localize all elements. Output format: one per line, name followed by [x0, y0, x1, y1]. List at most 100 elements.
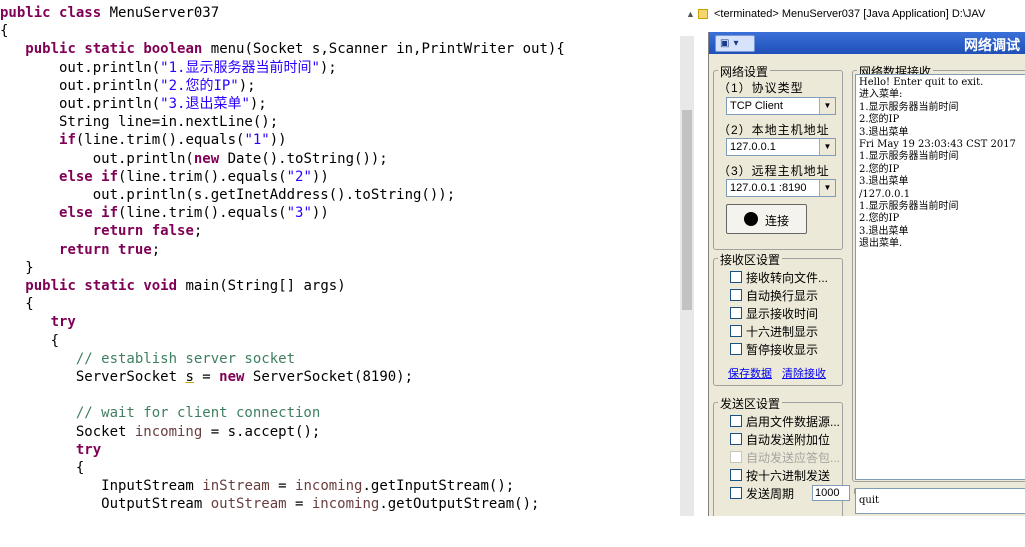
received-line: 2.您的IP	[859, 163, 900, 175]
code-token: out.println(	[0, 77, 161, 94]
code-editor[interactable]: public class MenuServer037{ public stati…	[0, 0, 672, 547]
code-token: out.println(	[0, 96, 161, 112]
code-token: MenuServer037	[109, 5, 220, 21]
dropdown-arrow-icon: ▾	[733, 38, 739, 49]
send-text-input[interactable]: quit	[855, 488, 1025, 514]
console-title: <terminated> MenuServer037 [Java Applica…	[714, 8, 986, 20]
code-token: );	[238, 77, 256, 94]
code-line: else if(line.trim().equals("2"))	[0, 168, 329, 186]
code-token: s	[185, 369, 194, 385]
save-data-link[interactable]: 保存数据	[728, 365, 772, 381]
code-token: ServerSocket	[0, 369, 186, 385]
code-token: (line.trim().equals(	[118, 205, 287, 222]
receive-text-area[interactable]: Hello! Enter quit to exit. 进入菜单: 1.显示服务器当前…	[855, 74, 1025, 480]
connect-button[interactable]: 连接	[726, 204, 807, 234]
system-menu-button[interactable]: ▣ ▾	[715, 35, 755, 52]
code-token: inStream	[202, 478, 270, 495]
code-token: "1"	[244, 132, 270, 149]
code-token: // wait for client connection	[75, 405, 321, 422]
code-token: "2.您的IP"	[160, 77, 239, 94]
received-line: 3.退出菜单	[859, 126, 909, 138]
code-token: static	[84, 41, 144, 58]
code-token: try	[75, 441, 102, 458]
code-line: if(line.trim().equals("1"))	[0, 131, 287, 149]
network-app-icon: ▣	[720, 38, 730, 49]
code-token: }	[0, 259, 34, 276]
code-line: }	[0, 259, 34, 277]
code-line: // wait for client connection	[0, 404, 320, 422]
code-token: else if	[59, 168, 119, 185]
code-token: =	[286, 496, 312, 513]
connect-status-icon	[744, 212, 758, 226]
code-line: ServerSocket s = new ServerSocket(8190);	[0, 368, 413, 386]
code-token: ;	[193, 223, 203, 240]
pane-gap	[672, 0, 680, 547]
code-token: ))	[311, 205, 329, 222]
code-token: if	[59, 132, 76, 149]
receive-settings-group: 接收区设置 接收转向文件... 自动换行显示 显示接收时间 十六进制显示 暂停接…	[713, 251, 843, 386]
send-settings-group: 发送区设置 启用文件数据源... 自动发送附加位 自动发送应答包... 按十六进…	[713, 395, 867, 516]
send-settings-legend: 发送区设置	[718, 395, 783, 412]
received-line: /127.0.0.1	[859, 188, 911, 200]
code-token: else if	[59, 205, 119, 222]
received-line: 1.显示服务器当前时间	[859, 101, 959, 113]
code-token: public	[25, 278, 85, 294]
collapse-triangle-icon[interactable]: ▲	[686, 9, 695, 19]
code-token: new	[219, 369, 253, 385]
chevron-down-icon[interactable]: ▼	[819, 98, 835, 114]
code-line: return true;	[0, 241, 160, 259]
code-token: new	[193, 150, 228, 167]
send-period-input[interactable]: 1000	[812, 485, 850, 501]
remote-host-label: （3）远程主机地址	[718, 164, 830, 178]
code-line: return false;	[0, 222, 203, 240]
received-line: 进入菜单:	[859, 89, 903, 101]
code-token: Socket	[0, 423, 135, 440]
protocol-type-select[interactable]: TCP Client ▼	[726, 97, 836, 115]
code-token: public	[0, 5, 60, 21]
code-token: );	[249, 96, 267, 112]
code-token: out.println(s.getInetAddress().toString(…	[0, 187, 456, 203]
code-token: =	[269, 478, 296, 495]
receive-settings-legend: 接收区设置	[718, 251, 783, 268]
code-line: {	[0, 295, 33, 313]
code-token: "3"	[286, 205, 312, 222]
code-line: {	[0, 332, 59, 350]
received-line: 3.退出菜单	[859, 176, 909, 188]
code-token: ))	[269, 132, 287, 149]
code-token: incoming	[134, 423, 203, 440]
chevron-down-icon[interactable]: ▼	[819, 180, 835, 196]
code-token: =	[193, 369, 220, 385]
code-line: else if(line.trim().equals("3"))	[0, 204, 329, 222]
code-line: public class MenuServer037	[0, 4, 219, 22]
code-line: OutputStream outStream = incoming.getOut…	[0, 495, 539, 513]
scrollbar-thumb[interactable]	[682, 110, 692, 310]
code-token: out.println(	[0, 150, 194, 167]
code-token: ))	[311, 168, 329, 185]
code-token: "2"	[286, 168, 312, 185]
code-token: public	[25, 41, 85, 58]
code-token: ServerSocket(8190);	[252, 369, 414, 385]
received-line: 退出菜单.	[859, 238, 903, 250]
chevron-down-icon[interactable]: ▼	[819, 139, 835, 155]
code-token: incoming	[295, 478, 363, 495]
tool-title: 网络调试	[964, 37, 1020, 53]
tool-titlebar: ▣ ▾ 网络调试	[709, 32, 1025, 54]
code-token: .getOutputStream();	[379, 496, 540, 513]
code-token: {	[0, 23, 9, 40]
send-period-checkbox[interactable]: 发送周期 1000 ms	[730, 485, 870, 501]
code-token: {	[0, 332, 60, 349]
code-token: = s.accept();	[202, 423, 321, 440]
clear-receive-link[interactable]: 清除接收	[782, 365, 826, 381]
code-token: "3.退出菜单"	[160, 96, 250, 112]
local-host-select[interactable]: 127.0.0.1 ▼	[726, 138, 836, 156]
remote-host-select[interactable]: 127.0.0.1 :8190 ▼	[726, 179, 836, 197]
code-line: String line=in.nextLine();	[0, 113, 278, 131]
received-line: Hello! Enter quit to exit.	[859, 77, 984, 88]
code-token: try	[50, 314, 76, 331]
code-token: );	[319, 59, 337, 76]
code-token: void	[143, 278, 186, 294]
received-line: 1.显示服务器当前时间	[859, 201, 959, 212]
